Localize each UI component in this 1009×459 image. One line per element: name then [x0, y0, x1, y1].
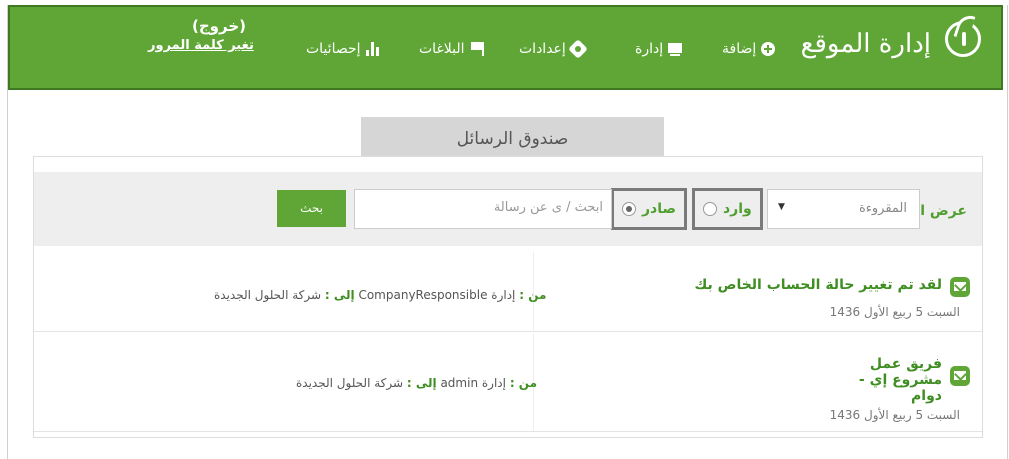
monitor-icon — [668, 42, 683, 56]
to-label: إلى : — [324, 288, 355, 302]
from-label: من : — [509, 376, 538, 390]
message-from-to: من : إدارة admin إلى : شركة الحلول الجدي… — [296, 376, 537, 390]
nav-add-label: إضافة — [722, 41, 757, 57]
radio-inbox-label: وارد — [723, 201, 752, 217]
site-logo-icon[interactable] — [945, 21, 981, 57]
to-value: شركة الحلول الجديدة — [296, 376, 404, 390]
logout-link[interactable]: (خروج) — [192, 17, 246, 35]
bar-chart-icon — [365, 42, 380, 56]
nav-statistics[interactable]: إحصائيات — [306, 41, 380, 57]
from-value: إدارة admin — [440, 376, 506, 390]
site-title[interactable]: إدارة الموقع — [801, 29, 931, 59]
top-navigation-bar: إدارة الموقع إضافة إدارة إعدادات البلاغا… — [8, 5, 1003, 90]
message-date: السبت 5 ربيع الأول 1436 — [829, 305, 960, 319]
envelope-icon — [950, 366, 970, 386]
nav-add[interactable]: إضافة — [722, 41, 776, 57]
search-input[interactable]: ابحث / ى عن رسالة — [354, 189, 612, 229]
nav-reports-label: البلاغات — [419, 41, 465, 57]
radio-inbox[interactable]: وارد — [692, 188, 763, 230]
radio-outbox-label: صادر — [642, 201, 677, 217]
radio-outbox-button[interactable] — [622, 202, 636, 216]
radio-outbox[interactable]: صادر — [611, 188, 688, 230]
envelope-icon — [950, 277, 970, 297]
message-row[interactable]: فريق عمل مشروع إي - دوام السبت 5 ربيع ال… — [34, 334, 982, 432]
filter-select[interactable]: المقروءة ▼ — [767, 189, 920, 229]
dropdown-arrow-icon: ▼ — [778, 202, 785, 212]
message-subject[interactable]: فريق عمل مشروع إي - دوام — [832, 356, 942, 404]
tab-message-box[interactable]: صندوق الرسائل — [361, 117, 664, 157]
from-label: من : — [519, 288, 547, 302]
gear-icon — [567, 39, 588, 59]
message-date: السبت 5 ربيع الأول 1436 — [829, 408, 960, 422]
search-button[interactable]: بحث — [277, 190, 346, 227]
from-value: إدارة CompanyResponsible — [358, 288, 516, 302]
nav-settings[interactable]: إعدادات — [519, 39, 588, 59]
message-row[interactable]: لقد تم تغيير حالة الحساب الخاص بك السبت … — [34, 252, 982, 332]
filter-select-value: المقروءة — [858, 201, 907, 216]
nav-manage[interactable]: إدارة — [635, 41, 683, 57]
flag-icon — [470, 42, 484, 56]
to-label: إلى : — [406, 376, 437, 390]
message-subject[interactable]: لقد تم تغيير حالة الحساب الخاص بك — [642, 277, 942, 293]
to-value: شركة الحلول الجديدة — [214, 288, 322, 302]
nav-manage-label: إدارة — [635, 41, 664, 57]
message-from-to: من : إدارة CompanyResponsible إلى : شركة… — [214, 288, 546, 302]
nav-settings-label: إعدادات — [519, 41, 566, 57]
change-password-link[interactable]: تغير كلمة المرور — [148, 38, 254, 53]
radio-inbox-button[interactable] — [703, 202, 717, 216]
nav-reports[interactable]: البلاغات — [419, 41, 484, 57]
nav-statistics-label: إحصائيات — [306, 41, 361, 57]
filter-bar: عرض الرسائل : المقروءة ▼ وارد صادر ابحث … — [34, 172, 982, 246]
plus-icon — [761, 42, 776, 56]
